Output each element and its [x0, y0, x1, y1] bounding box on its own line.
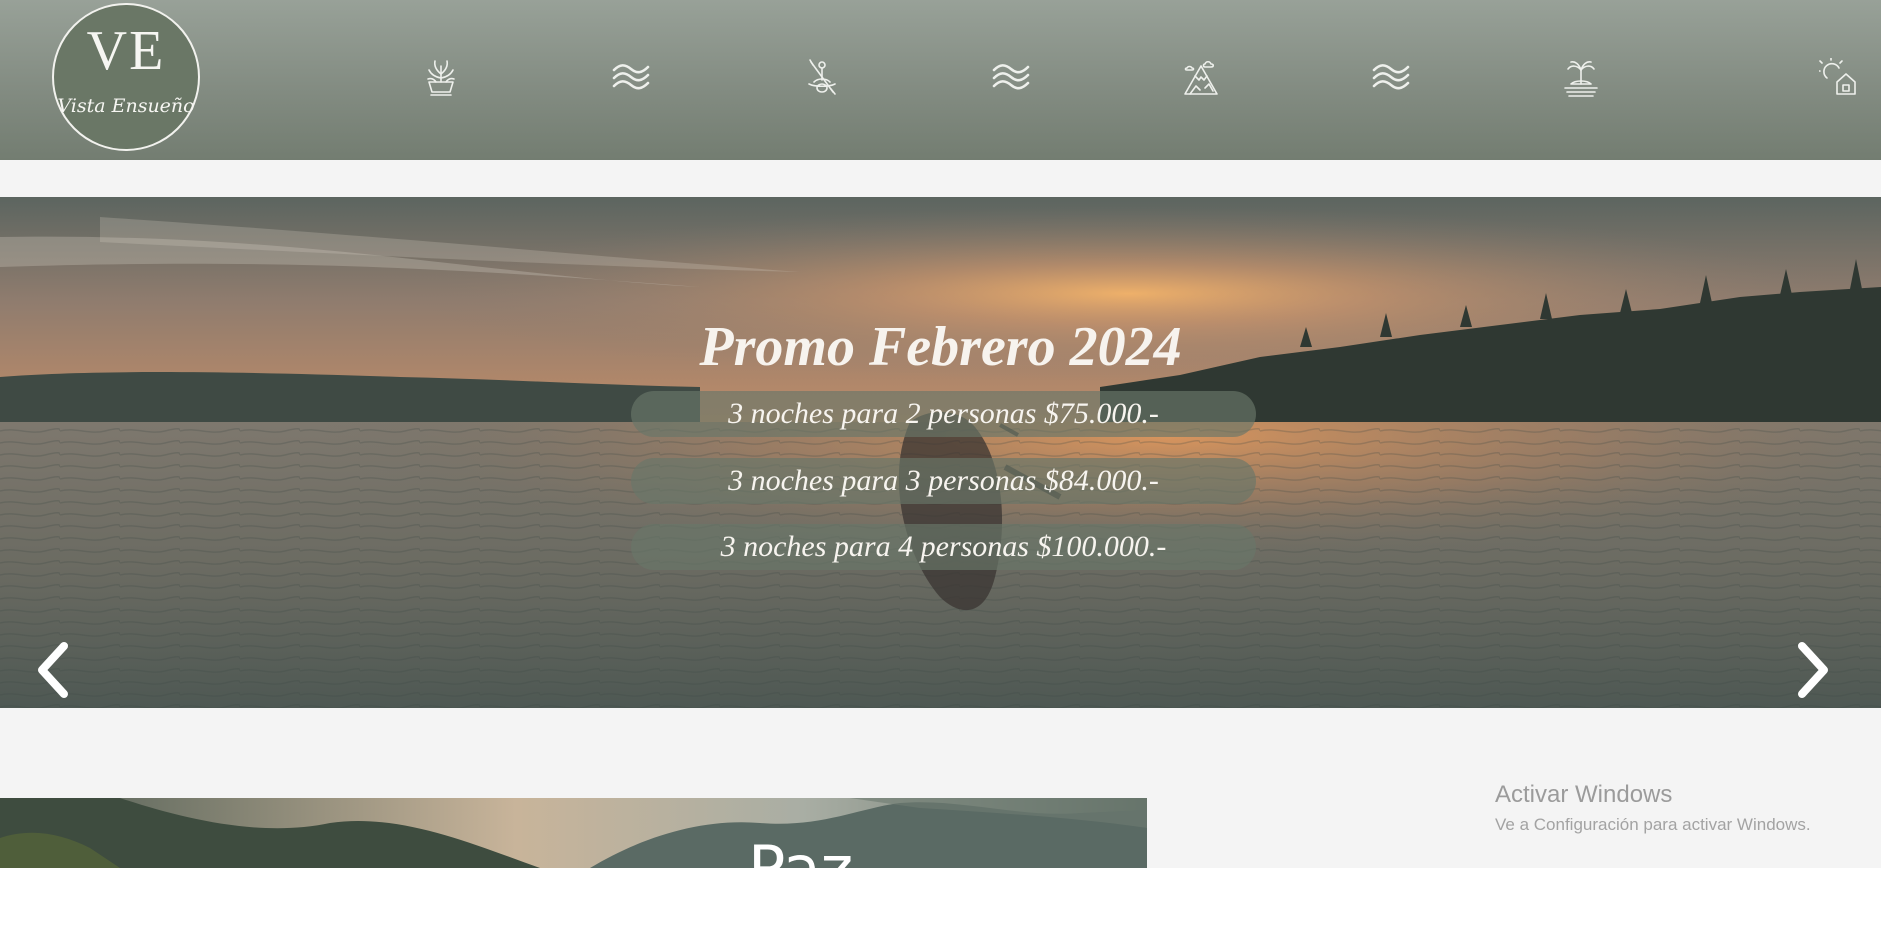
section-title: Paz [748, 838, 853, 869]
nav-kayak-icon[interactable] [801, 58, 841, 98]
nav-waves-icon[interactable] [611, 58, 651, 98]
promo-offer-pill: 3 noches para 4 personas $100.000.- [631, 524, 1256, 570]
nav-waves-icon[interactable] [1371, 58, 1411, 98]
chevron-right-icon [1798, 642, 1828, 698]
site-header: VE Vista Ensueño [0, 0, 1881, 160]
slider-prev-button[interactable] [30, 638, 74, 702]
nav-sun-house-icon[interactable] [1819, 58, 1859, 98]
promo-title: Promo Febrero 2024 [699, 316, 1182, 378]
nav-waves-icon[interactable] [991, 58, 1031, 98]
browser-viewport: VE Vista Ensueño Promo Febrero 2024 3 no… [0, 0, 1881, 868]
logo-name: Vista Ensueño [57, 95, 195, 117]
nav-mountain-icon[interactable] [1181, 58, 1221, 98]
logo-monogram: VE [86, 20, 166, 82]
promo-slider[interactable] [0, 197, 1881, 708]
slider-next-button[interactable] [1792, 638, 1836, 702]
windows-activation-subtitle: Ve a Configuración para activar Windows. [1495, 815, 1811, 834]
promo-offer-pill: 3 noches para 3 personas $84.000.- [631, 458, 1256, 504]
promo-offer-pill: 3 noches para 2 personas $75.000.- [631, 391, 1256, 437]
page: VE Vista Ensueño Promo Febrero 2024 3 no… [0, 0, 1881, 936]
mountain-landscape-image [0, 798, 1147, 868]
chevron-left-icon [38, 642, 68, 698]
peace-section: Paz [0, 798, 1147, 868]
lake-sunset-image [0, 197, 1881, 708]
nav-plant-icon[interactable] [421, 58, 461, 98]
nav-island-icon[interactable] [1561, 58, 1601, 98]
windows-activation-title: Activar Windows [1495, 781, 1673, 808]
logo[interactable]: VE Vista Ensueño [52, 3, 200, 151]
